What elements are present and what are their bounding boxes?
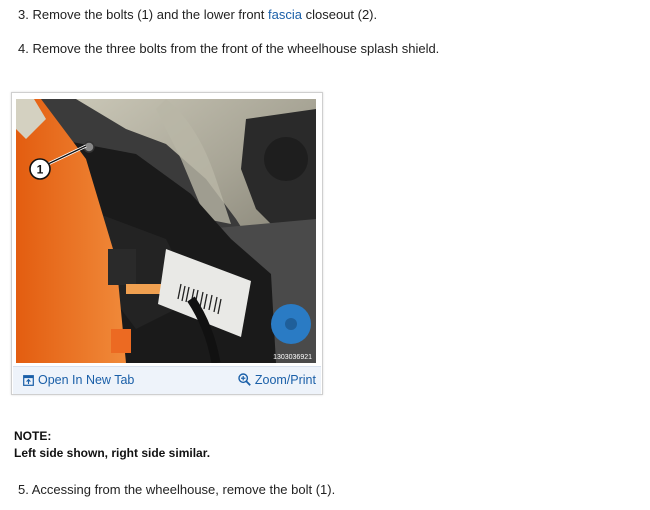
zoom-print-link[interactable]: Zoom/Print	[238, 373, 316, 389]
step-3-suffix: closeout (2).	[301, 7, 378, 22]
fascia-link[interactable]: fascia	[268, 7, 302, 22]
zoom-print-label: Zoom/Print	[254, 373, 316, 387]
note-title: NOTE:	[14, 429, 52, 443]
open-in-new-tab-label: Open In New Tab	[38, 373, 135, 387]
magnifier-plus-icon	[238, 373, 251, 389]
open-in-new-tab-link[interactable]: Open In New Tab	[23, 373, 134, 389]
figure-toolbar: Open In New Tab Zoom/Print	[13, 366, 321, 394]
figure-container: 1 1303036921 Open In New Tab Zoom/Print	[11, 92, 323, 395]
step-3-prefix: 3. Remove the bolts (1) and the lower fr…	[18, 7, 269, 22]
image-id-label: 1303036921	[273, 354, 312, 361]
note-body: Left side shown, right side similar.	[14, 446, 211, 460]
open-in-new-tab-icon	[23, 375, 34, 389]
step-3-text: 3. Remove the bolts (1) and the lower fr…	[18, 7, 377, 23]
step-5-text: 5. Accessing from the wheelhouse, remove…	[18, 482, 336, 497]
callout-number: 1	[37, 163, 44, 177]
procedure-photo[interactable]: 1 1303036921	[16, 99, 316, 363]
photo-illustration: 1 1303036921	[16, 99, 316, 363]
step-4-text: 4. Remove the three bolts from the front…	[18, 41, 440, 56]
